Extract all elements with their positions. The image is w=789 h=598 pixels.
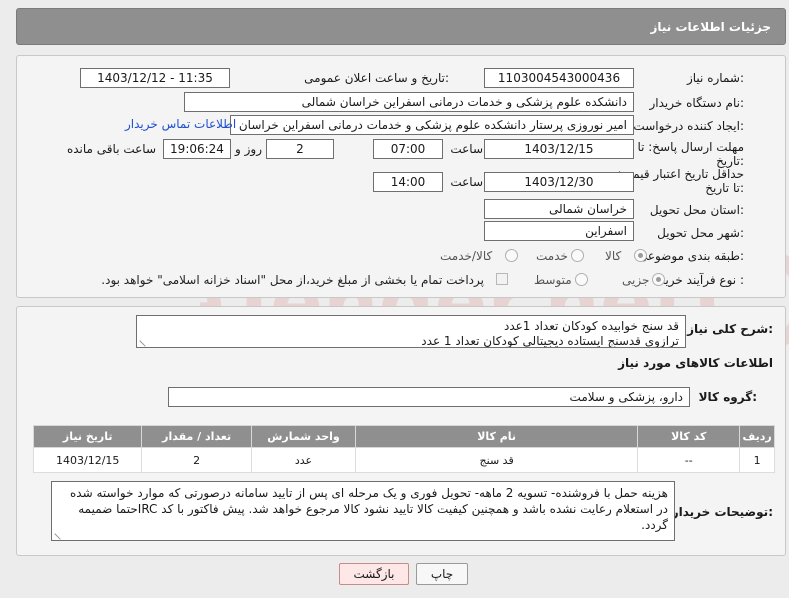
col-unit: واحد شمارش <box>250 425 357 448</box>
category-radio-service[interactable] <box>571 249 584 262</box>
city-label: شهر محل تحویل: <box>657 226 744 240</box>
description-textarea: قد سنج خوابیده کودکان تعداد 1عدد ترازوی … <box>136 315 686 348</box>
days-label: روز و <box>235 142 262 156</box>
goods-table: ردیف کد کالا نام کالا واحد شمارش تعداد /… <box>32 425 775 473</box>
validity-time-field: 14:00 <box>373 172 443 192</box>
description-line-1: قد سنج خوابیده کودکان تعداد 1عدد <box>503 319 679 333</box>
buyer-label: نام دستگاه خریدار: <box>649 96 745 110</box>
notes-resize-handle[interactable] <box>54 528 66 540</box>
col-need-date: تاریخ نیاز <box>32 425 143 448</box>
need-number-label: شماره نیاز: <box>686 71 744 85</box>
cell-unit: عدد <box>250 447 357 473</box>
goods-info-title: اطلاعات کالاهای مورد نیاز <box>618 356 773 370</box>
remaining-label: ساعت باقی مانده <box>66 142 156 156</box>
cell-goods-code: -- <box>637 447 741 473</box>
validity-date-field: 1403/12/30 <box>484 172 634 192</box>
category-radio-both[interactable] <box>505 249 518 262</box>
process-option-medium: متوسط <box>534 273 572 287</box>
process-label: نوع فرآیند خرید : <box>659 273 744 287</box>
creator-field: امیر نوروزی پرستار دانشکده علوم پزشکی و … <box>230 115 634 135</box>
goods-group-label: گروه کالا: <box>698 390 757 404</box>
days-field: 2 <box>266 139 334 159</box>
deadline-time-field: 07:00 <box>373 139 443 159</box>
category-label: طبقه بندی موضوعی: <box>637 249 744 263</box>
page-header: جزئیات اطلاعات نیاز <box>16 8 786 45</box>
remaining-time-field: 19:06:24 <box>163 139 231 159</box>
buyer-field: دانشکده علوم پزشکی و خدمات درمانی اسفرای… <box>184 92 634 112</box>
deadline-time-label: ساعت <box>450 142 483 156</box>
table-header-row: ردیف کد کالا نام کالا واحد شمارش تعداد /… <box>32 425 775 448</box>
buyer-contact-link[interactable]: اطلاعات تماس خریدار <box>125 117 236 131</box>
category-option-goods: کالا <box>605 249 622 263</box>
cell-row-number: 1 <box>739 447 775 473</box>
buyer-notes-label: توضیحات خریدار: <box>671 505 773 519</box>
province-label: استان محل تحویل: <box>649 203 744 217</box>
announce-datetime-field: 1403/12/12 - 11:35 <box>80 68 230 88</box>
back-button[interactable]: بازگشت <box>339 563 409 585</box>
validity-time-label: ساعت <box>450 175 483 189</box>
description-label: شرح کلی نیاز: <box>687 322 773 336</box>
description-line-2: ترازوی قدسنج ایستاده دیجیتالی کودکان تعد… <box>421 334 679 348</box>
page-title: جزئیات اطلاعات نیاز <box>650 20 771 34</box>
col-row-number: ردیف <box>739 425 775 448</box>
need-number-field: 1103004543000436 <box>484 68 634 88</box>
cell-need-date: 1403/12/15 <box>32 447 143 473</box>
col-goods-code: کد کالا <box>637 425 741 448</box>
deadline-label: مهلت ارسال پاسخ: تا تاریخ: <box>637 140 744 168</box>
table-row: 1 -- قد سنج عدد 2 1403/12/15 <box>32 447 775 473</box>
goods-group-field: دارو، پزشکی و سلامت <box>168 387 690 407</box>
print-button[interactable]: چاپ <box>416 563 468 585</box>
col-goods-name: نام کالا <box>355 425 639 448</box>
category-option-both: کالا/خدمت <box>440 249 493 263</box>
deadline-date-field: 1403/12/15 <box>484 139 634 159</box>
process-option-minor: جزیی <box>622 273 650 287</box>
announce-label: تاریخ و ساعت اعلان عمومی: <box>304 71 449 85</box>
city-field: اسفراین <box>484 221 634 241</box>
cell-quantity: 2 <box>141 447 252 473</box>
payment-checkbox[interactable] <box>496 273 508 285</box>
process-radio-minor[interactable] <box>652 273 665 286</box>
category-option-service: خدمت <box>536 249 568 263</box>
cell-goods-name: قد سنج <box>355 447 639 473</box>
buyer-notes-text: هزینه حمل با فروشنده- تسویه 2 ماهه- تحوی… <box>70 486 668 532</box>
buyer-notes-textarea: هزینه حمل با فروشنده- تسویه 2 ماهه- تحوی… <box>51 481 675 541</box>
category-radio-goods[interactable] <box>634 249 647 262</box>
col-quantity: تعداد / مقدار <box>141 425 252 448</box>
province-field: خراسان شمالی <box>484 199 634 219</box>
payment-note: پرداخت تمام یا بخشی از مبلغ خرید،از محل … <box>101 273 484 287</box>
creator-label: ایجاد کننده درخواست: <box>633 119 744 133</box>
process-radio-medium[interactable] <box>575 273 588 286</box>
